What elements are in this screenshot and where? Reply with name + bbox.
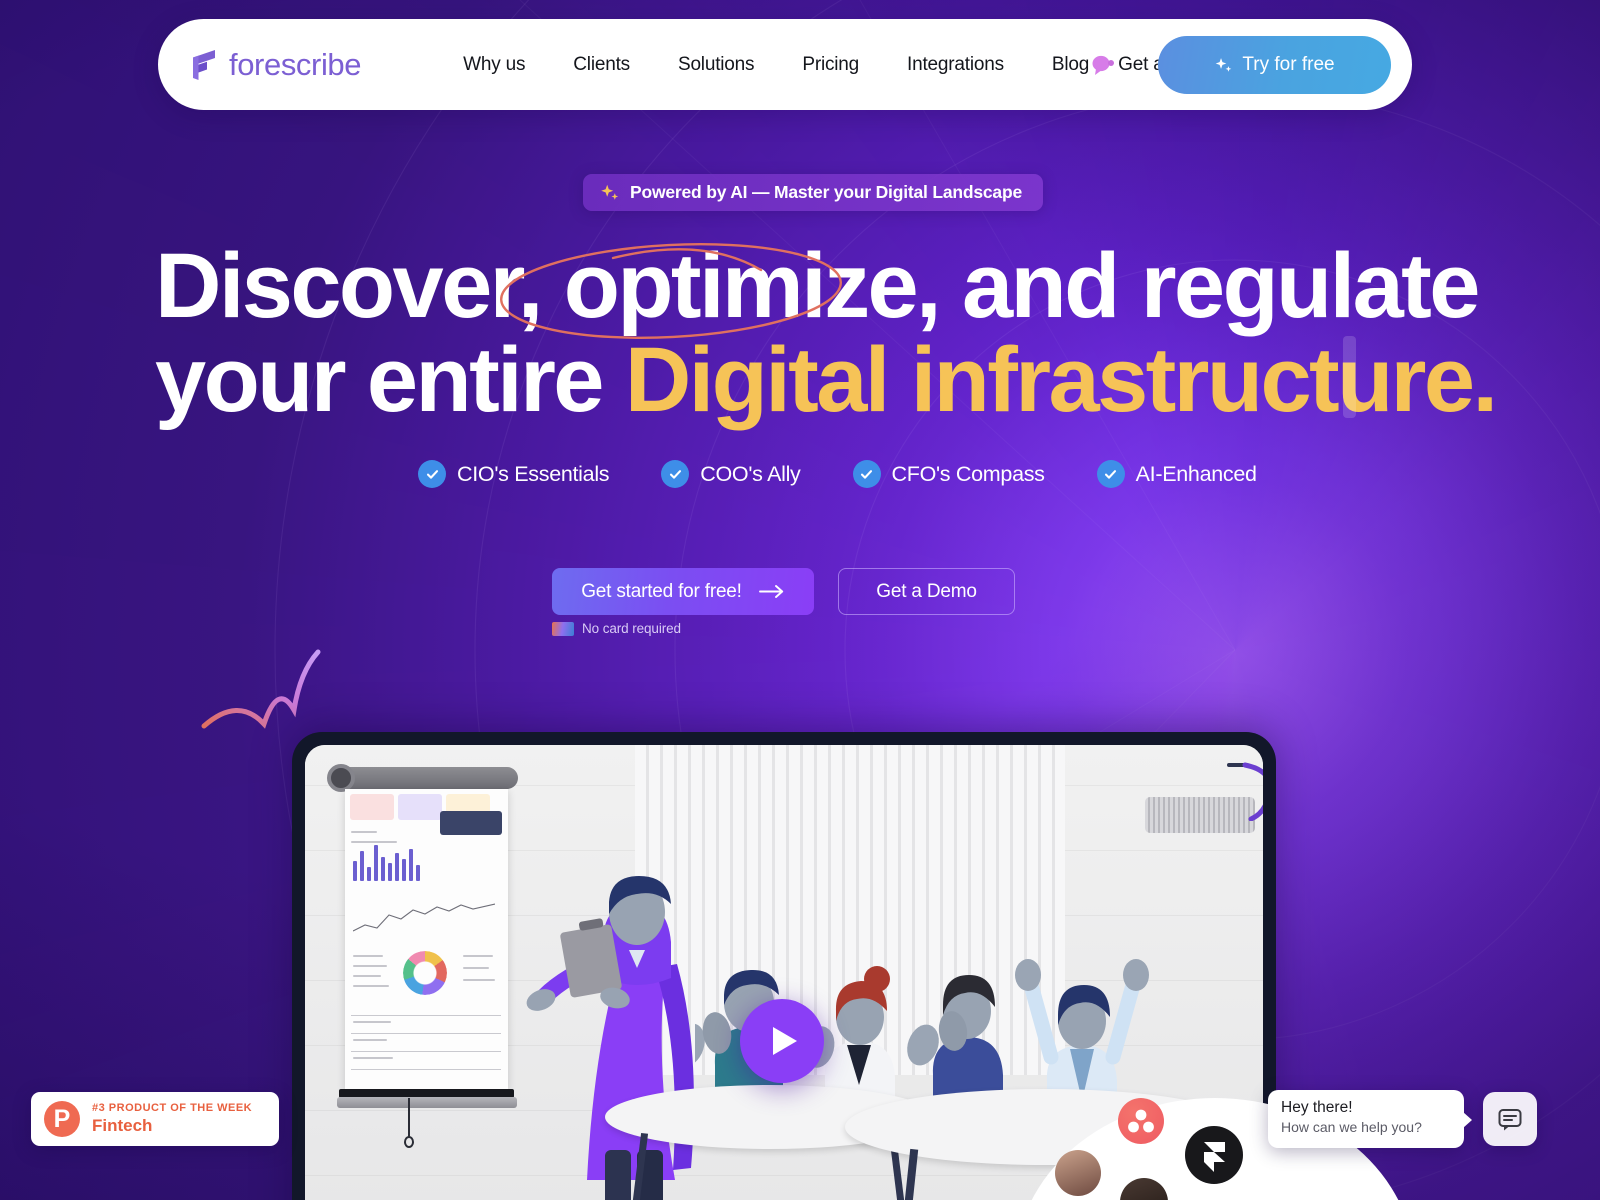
check-circle-icon: [661, 460, 690, 488]
arrow-right-icon: [758, 585, 783, 598]
check-circle-icon: [852, 460, 881, 488]
chat-greeting-bubble[interactable]: Hey there! How can we help you?: [1268, 1090, 1472, 1148]
feature-label: CIO's Essentials: [457, 461, 610, 486]
get-demo-button[interactable]: Get a Demo: [838, 568, 1015, 615]
headline-part-c: , and regulate: [916, 235, 1480, 337]
feature-item-coo: COO's Ally: [661, 460, 801, 488]
powered-by-ai-text: Powered by AI — Master your Digital Land…: [630, 182, 1022, 202]
nav-item-integrations[interactable]: Integrations: [883, 54, 1028, 76]
sparkle-icon: [601, 184, 619, 200]
product-hunt-badge[interactable]: P #3 PRODUCT OF THE WEEK Fintech: [31, 1092, 279, 1146]
logo-text: forescribe: [229, 46, 362, 82]
avatar: [1055, 1150, 1101, 1196]
forescribe-f-mark-icon: [193, 49, 215, 80]
feature-label: COO's Ally: [700, 461, 801, 486]
feature-label: AI-Enhanced: [1135, 461, 1257, 486]
app-logo-framer: [1185, 1126, 1243, 1184]
check-circle-icon: [1096, 460, 1125, 488]
play-video-button[interactable]: [740, 999, 824, 1083]
headline-highlight: Digital infrastructure.: [624, 328, 1498, 431]
decorative-squiggle-icon: [201, 649, 321, 729]
check-circle-icon: [418, 460, 446, 488]
nav-item-blog-label: Blog: [1051, 53, 1090, 75]
nav-item-clients[interactable]: Clients: [549, 54, 654, 76]
feature-item-cfo: CFO's Compass: [852, 460, 1045, 488]
product-hunt-text: #3 PRODUCT OF THE WEEK Fintech: [92, 1102, 252, 1136]
page-title: Discover, optimize, and regulate your en…: [155, 239, 1498, 428]
get-started-button[interactable]: Get started for free!: [552, 568, 814, 615]
product-hunt-rank: #3 PRODUCT OF THE WEEK: [92, 1102, 253, 1114]
chat-greeting-subtext: How can we help you?: [1281, 1119, 1422, 1135]
speech-bubble-icon: [1092, 55, 1115, 75]
cta-group: Get started for free! Get a Demo: [552, 568, 1015, 615]
powered-by-ai-badge: Powered by AI — Master your Digital Land…: [583, 174, 1043, 211]
nav-item-why-us[interactable]: Why us: [439, 54, 549, 76]
dashboard-preview: [345, 789, 508, 1089]
try-for-free-label: Try for free: [1242, 54, 1335, 75]
chat-launcher-button[interactable]: [1483, 1092, 1537, 1146]
nav-item-blog[interactable]: Blog: [1028, 54, 1118, 76]
no-card-note: No card required: [552, 621, 681, 636]
product-hunt-p-icon: P: [44, 1101, 80, 1137]
product-hunt-category: Fintech: [92, 1116, 153, 1135]
headline-part-a: Discover,: [155, 235, 564, 337]
headline-line-1: Discover, optimize, and regulate: [155, 239, 1480, 334]
feature-item-ai: AI-Enhanced: [1096, 460, 1257, 488]
chat-greeting-title: Hey there!: [1281, 1099, 1353, 1116]
sparkle-icon: [1216, 57, 1232, 72]
headline-part-d: your entire: [155, 328, 625, 431]
play-icon: [773, 1027, 797, 1055]
main-navigation: Why us Clients Solutions Pricing Integra…: [439, 54, 1228, 76]
logo[interactable]: forescribe: [189, 46, 362, 83]
no-card-text: No card required: [582, 621, 681, 636]
chat-message-icon: [1498, 1109, 1522, 1131]
site-header: forescribe Why us Clients Solutions Pric…: [158, 19, 1412, 110]
headline-optimize: optimize: [563, 235, 919, 337]
feature-list: CIO's Essentials COO's Ally CFO's Compas…: [418, 460, 1257, 488]
headline-line-2: your entire Digital infrastructure.: [155, 333, 1498, 428]
credit-card-icon: [552, 621, 574, 636]
nav-item-solutions[interactable]: Solutions: [654, 54, 778, 76]
typing-caret: [1343, 336, 1356, 418]
try-for-free-button[interactable]: Try for free: [1158, 36, 1391, 94]
feature-label: CFO's Compass: [891, 461, 1045, 486]
get-started-label: Get started for free!: [581, 580, 742, 602]
nav-item-pricing[interactable]: Pricing: [778, 54, 883, 76]
feature-item-cio: CIO's Essentials: [418, 460, 610, 488]
app-logo-asana: [1118, 1098, 1164, 1144]
